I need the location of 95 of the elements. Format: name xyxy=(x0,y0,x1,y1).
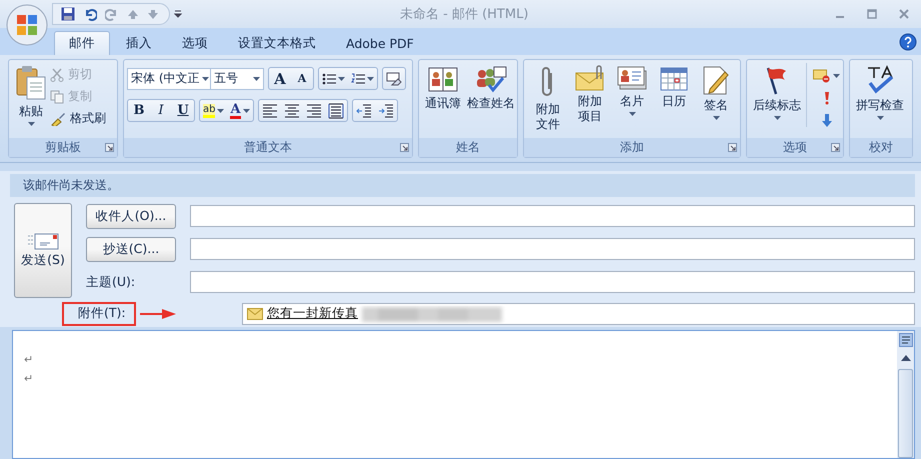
paragraph-mark: ↵ xyxy=(24,353,34,368)
format-painter-button[interactable]: 格式刷 xyxy=(50,109,106,128)
grow-font-button[interactable]: A xyxy=(269,68,291,89)
copy-icon xyxy=(50,90,64,104)
group-title: 普通文本 xyxy=(244,139,292,156)
scrollbar[interactable] xyxy=(897,331,914,458)
caret-icon xyxy=(876,116,884,120)
window-title: 未命名 - 邮件 (HTML) xyxy=(400,6,530,23)
address-button[interactable]: 抄送(C)... xyxy=(86,236,176,262)
caret-icon xyxy=(202,76,208,80)
save-icon[interactable] xyxy=(61,7,75,21)
bullet-list-icon xyxy=(322,72,336,84)
contact-card-icon xyxy=(617,65,647,91)
dialog-launcher-icon[interactable] xyxy=(400,143,409,152)
address-button[interactable]: 收件人(O)... xyxy=(86,204,176,228)
high-importance-button[interactable] xyxy=(824,91,830,105)
caret-icon xyxy=(242,108,250,112)
ruler-toggle-icon[interactable] xyxy=(898,333,912,347)
group-title: 选项 xyxy=(783,139,807,156)
dialog-launcher-icon[interactable] xyxy=(831,143,840,152)
scroll-thumb[interactable] xyxy=(898,369,913,458)
field-label: 主题(U): xyxy=(86,274,136,288)
font-color-button[interactable]: A xyxy=(227,100,253,121)
attach-file-button[interactable]: 附加文件 xyxy=(527,63,569,134)
pointer-arrow xyxy=(140,308,176,320)
group-title: 校对 xyxy=(869,139,893,156)
spelling-button[interactable]: 拼写检查 xyxy=(853,63,907,122)
clipboard-icon xyxy=(15,65,47,101)
caret-icon xyxy=(28,122,34,126)
exclamation-icon xyxy=(824,91,830,105)
ribbon-tab[interactable]: 设置文本格式 xyxy=(224,31,330,55)
shrink-font-button[interactable]: A xyxy=(291,68,313,89)
caret-icon xyxy=(253,76,260,80)
dialog-launcher-icon[interactable] xyxy=(105,143,114,152)
undo-icon[interactable] xyxy=(83,7,97,21)
help-icon[interactable] xyxy=(899,32,917,50)
input-field[interactable] xyxy=(190,271,915,293)
envelope-block-icon xyxy=(813,69,831,83)
paste-button[interactable]: 粘贴 xyxy=(12,63,50,128)
group-title: 添加 xyxy=(620,139,644,156)
check-names-button[interactable]: 检查姓名 xyxy=(464,63,518,113)
address-book-button[interactable]: 通讯簿 xyxy=(422,63,464,113)
indent-icon xyxy=(378,102,394,118)
permission-button[interactable] xyxy=(813,69,840,83)
caret-icon xyxy=(712,116,720,120)
field-label: 附件(T): xyxy=(78,305,126,322)
ribbon-tab[interactable]: 邮件 xyxy=(54,31,110,55)
caret-icon xyxy=(774,116,780,120)
eraser-icon xyxy=(386,72,402,86)
customize-caret-icon[interactable] xyxy=(174,10,182,18)
attach-item-button[interactable]: 附加项目 xyxy=(569,63,611,126)
center-icon xyxy=(284,102,300,118)
ribbon-tab[interactable]: Adobe PDF xyxy=(332,31,428,55)
low-importance-button[interactable] xyxy=(822,113,832,127)
pen-paper-icon xyxy=(702,65,730,95)
justify-icon xyxy=(328,102,344,118)
send-button[interactable]: 发送(S) xyxy=(14,203,72,298)
underline-button[interactable]: U xyxy=(172,100,194,121)
caret-icon xyxy=(833,74,840,78)
caret-icon xyxy=(338,76,345,80)
envelope-clip-icon xyxy=(575,65,605,91)
brush-icon xyxy=(50,112,66,126)
group-title: 剪贴板 xyxy=(45,139,81,156)
outdent-icon xyxy=(356,102,372,118)
numbered-list-icon xyxy=(351,72,365,84)
signature-button[interactable]: 签名 xyxy=(695,63,737,122)
group-title: 姓名 xyxy=(456,139,480,156)
business-card-button[interactable]: 名片 xyxy=(611,63,653,118)
calendar-button[interactable]: 日历 xyxy=(653,63,695,111)
paragraph-mark: ↵ xyxy=(24,372,34,387)
dialog-launcher-icon[interactable] xyxy=(728,143,737,152)
scissors-icon xyxy=(50,68,64,82)
calendar-icon xyxy=(660,65,688,91)
follow-up-button[interactable]: 后续标志 xyxy=(750,63,804,122)
ribbon-tab[interactable]: 选项 xyxy=(168,31,222,55)
address-book-icon xyxy=(428,65,458,93)
envelope-icon xyxy=(27,232,59,250)
font-name-dropdown[interactable]: 宋体 (中文正 xyxy=(127,68,211,90)
caret-icon xyxy=(628,112,636,116)
italic-button[interactable]: I xyxy=(150,100,172,121)
align-right-icon xyxy=(306,102,322,118)
align-left-icon xyxy=(262,102,278,118)
envelope-icon xyxy=(247,308,263,320)
input-field[interactable] xyxy=(190,205,915,227)
bold-button[interactable]: B xyxy=(128,100,150,121)
caret-icon xyxy=(367,76,374,80)
info-bar: 该邮件尚未发送。 xyxy=(10,174,915,197)
font-size-dropdown[interactable]: 五号 xyxy=(210,68,264,90)
input-field[interactable] xyxy=(190,238,915,260)
people-check-icon xyxy=(475,65,507,93)
down-arrow-icon xyxy=(822,113,832,127)
scroll-up-icon[interactable] xyxy=(898,353,912,363)
caret-icon xyxy=(217,108,224,112)
ribbon-tab[interactable]: 插入 xyxy=(112,31,166,55)
highlight-button[interactable]: ab xyxy=(200,100,228,121)
